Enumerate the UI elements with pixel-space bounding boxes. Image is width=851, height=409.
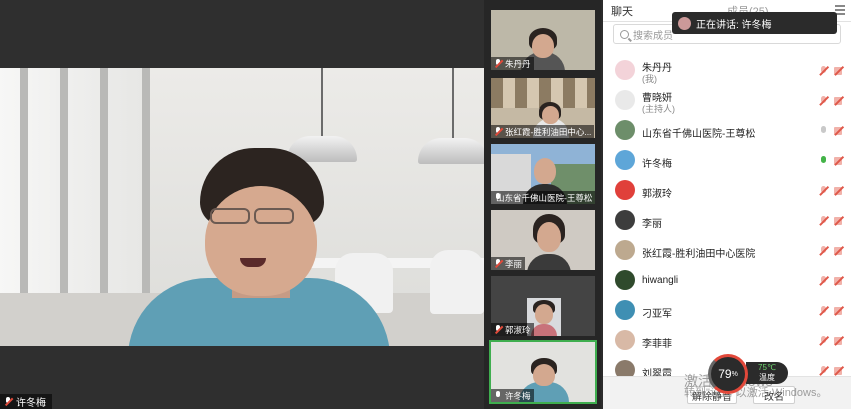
avatar	[615, 210, 635, 230]
participant-row[interactable]: 曹晓妍 (主持人)	[603, 86, 851, 116]
main-video-area: 许冬梅	[0, 0, 484, 409]
mic-muted-icon	[494, 259, 503, 268]
avatar	[678, 16, 691, 30]
camera-off-icon[interactable]	[834, 97, 845, 105]
thumbnail-label: 李丽	[491, 257, 526, 270]
mic-muted-icon	[494, 325, 503, 334]
thumbnail-label: 朱丹丹	[491, 57, 534, 70]
participant-name: 李菲菲	[642, 339, 672, 350]
video-thumbnail-strip: 朱丹丹 张红霞-胜利油田中心... 山东省千佛山医院-王尊松 李丽 郭淑玲 许冬…	[484, 0, 601, 409]
mic-muted-icon	[4, 397, 13, 406]
side-panel: 聊天 成员(25) 搜索成员 朱丹丹(我)曹晓妍(主持人)山东省千佛山医院-王尊…	[603, 0, 851, 409]
camera-off-icon[interactable]	[834, 217, 845, 225]
camera-off-icon[interactable]	[834, 367, 845, 375]
search-icon	[620, 29, 629, 39]
thumbnail-tile[interactable]: 朱丹丹	[491, 10, 595, 70]
camera-off-icon[interactable]	[834, 157, 845, 165]
avatar	[615, 90, 635, 110]
rename-button[interactable]: 改名	[753, 386, 795, 404]
participant-row[interactable]: hiwangli	[603, 266, 851, 296]
mic-muted-icon[interactable]	[820, 276, 828, 286]
participant-row[interactable]: 张红霞-胜利油田中心医院	[603, 236, 851, 266]
mic-muted-icon[interactable]	[820, 186, 828, 196]
cpu-usage-gauge[interactable]: 79%	[708, 354, 748, 394]
camera-off-icon[interactable]	[834, 337, 845, 345]
main-speaker-name: 许冬梅	[16, 398, 46, 409]
mic-muted-icon[interactable]	[820, 336, 828, 346]
participant-row[interactable]: 李丽	[603, 206, 851, 236]
mic-muted-icon[interactable]	[820, 66, 828, 76]
avatar	[615, 150, 635, 170]
tab-chat[interactable]: 聊天	[603, 0, 641, 22]
camera-off-icon[interactable]	[834, 247, 845, 255]
mic-muted-icon	[494, 59, 503, 68]
participant-row[interactable]: 李菲菲	[603, 326, 851, 356]
thumbnail-tile-active[interactable]: 许冬梅	[489, 340, 597, 404]
participant-name: 许冬梅	[642, 159, 672, 170]
avatar	[615, 270, 635, 290]
participant-name: 郭淑玲	[642, 189, 672, 200]
participant-list: 朱丹丹 (我) 曹晓妍 (主持人) 山东省千佛山医院-王尊松 许冬梅郭淑玲李丽张红霞-胜利…	[603, 56, 851, 386]
mic-muted-icon[interactable]	[820, 366, 828, 376]
mic-icon[interactable]	[820, 156, 828, 166]
speaking-text: 正在讲话: 许冬梅	[696, 19, 772, 31]
mic-muted-icon[interactable]	[820, 96, 828, 106]
participant-role: (主持人)	[642, 104, 675, 114]
main-video-feed[interactable]	[0, 68, 484, 346]
participant-row[interactable]: 许冬梅	[603, 146, 851, 176]
participant-name: 刁亚军	[642, 309, 672, 320]
mic-icon	[494, 391, 503, 400]
mic-muted-icon	[494, 127, 503, 136]
avatar	[615, 60, 635, 80]
camera-off-icon[interactable]	[834, 127, 845, 135]
mic-muted-icon[interactable]	[820, 306, 828, 316]
thumbnail-tile[interactable]: 郭淑玲	[491, 276, 595, 336]
avatar	[615, 330, 635, 350]
avatar	[615, 240, 635, 260]
participant-row[interactable]: 山东省千佛山医院-王尊松	[603, 116, 851, 146]
avatar	[615, 300, 635, 320]
mic-muted-icon[interactable]	[820, 216, 828, 226]
thumbnail-label: 张红霞-胜利油田中心...	[491, 125, 595, 138]
camera-off-icon[interactable]	[834, 187, 845, 195]
thumbnail-tile[interactable]: 李丽	[491, 210, 595, 270]
participant-role: (我)	[642, 74, 657, 84]
participant-name: 山东省千佛山医院-王尊松	[642, 129, 756, 140]
participant-row[interactable]: 郭淑玲	[603, 176, 851, 206]
main-speaker-label: 许冬梅	[0, 394, 52, 409]
thumbnail-label: 山东省千佛山医院-王尊松	[491, 191, 595, 204]
thumbnail-tile[interactable]: 张红霞-胜利油田中心...	[491, 78, 595, 138]
participant-row[interactable]: 朱丹丹 (我)	[603, 56, 851, 86]
thumbnail-label: 郭淑玲	[491, 323, 534, 336]
participant-name: hiwangli	[642, 275, 679, 286]
avatar	[615, 180, 635, 200]
mic-icon[interactable]	[820, 126, 828, 136]
speaking-indicator: 正在讲话: 许冬梅	[672, 12, 837, 34]
thumbnail-label: 许冬梅	[491, 389, 534, 402]
temperature-widget: 75℃ 温度	[746, 362, 788, 384]
camera-off-icon[interactable]	[834, 67, 845, 75]
participant-name: 张红霞-胜利油田中心医院	[642, 249, 756, 260]
participant-name: 李丽	[642, 219, 662, 230]
avatar	[615, 120, 635, 140]
search-placeholder: 搜索成员	[633, 30, 673, 42]
camera-off-icon[interactable]	[834, 307, 845, 315]
camera-off-icon[interactable]	[834, 277, 845, 285]
mic-muted-icon[interactable]	[820, 246, 828, 256]
thumbnail-tile[interactable]: 山东省千佛山医院-王尊松	[491, 144, 595, 204]
participant-row[interactable]: 刁亚军	[603, 296, 851, 326]
